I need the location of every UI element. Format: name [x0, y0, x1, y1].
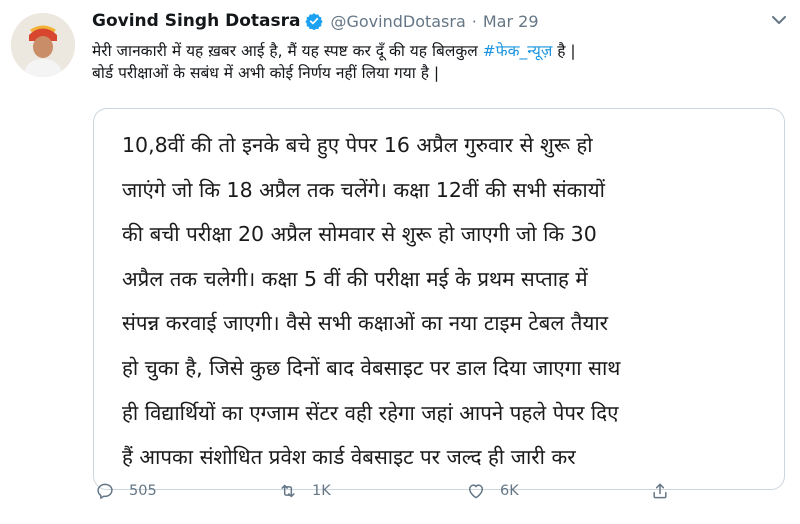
tweet-text-line-1: मेरी जानकारी में यह ख़बर आई है, मैं यह स…	[92, 40, 782, 62]
image-text-line: हैं आपका संशोधित प्रवेश कार्ड वेबसाइट पर…	[122, 445, 576, 470]
reply-button[interactable]: 505	[95, 481, 157, 501]
tweet-text-part-1: मेरी जानकारी में यह ख़बर आई है, मैं यह स…	[92, 42, 483, 60]
user-handle[interactable]: @GovindDotasra	[330, 12, 465, 31]
image-text-line: की बची परीक्षा 20 अप्रैल सोमवार से शुरू …	[122, 222, 597, 247]
media-image-card[interactable]: 10,8वीं की तो इनके बचे हुए पेपर 16 अप्रै…	[93, 108, 785, 490]
image-text-line: जाएंगे जो कि 18 अप्रैल तक चलेंगे। कक्षा …	[122, 177, 605, 202]
tweet-text-part-2: है |	[552, 42, 576, 60]
retweet-count: 1K	[312, 483, 331, 499]
retweet-icon	[281, 484, 295, 498]
tweet-text-line-2: बोर्ड परीक्षाओं के सबंध में अभी कोई निर्…	[92, 64, 440, 82]
tweet-header: Govind Singh Dotasra @GovindDotasra · Ma…	[92, 8, 539, 34]
like-icon	[469, 484, 483, 499]
share-icon	[653, 483, 667, 499]
image-text-line: हो चुका है, जिसे कुछ दिनों बाद वेबसाइट प…	[122, 355, 621, 380]
image-text-line: ही विद्यार्थियों का एग्जाम सेंटर वही रहे…	[122, 400, 619, 425]
like-button[interactable]: 6K	[466, 481, 519, 501]
chevron-down-icon[interactable]	[770, 12, 788, 26]
image-text-line: संपन्न करवाई जाएगी। वैसे सभी कक्षाओं का …	[122, 311, 609, 336]
display-name[interactable]: Govind Singh Dotasra	[92, 11, 300, 31]
separator-dot: ·	[471, 11, 477, 31]
image-text-line: अप्रैल तक चलेगी। कक्षा 5 वीं की परीक्षा …	[122, 266, 588, 291]
tweet-text: मेरी जानकारी में यह ख़बर आई है, मैं यह स…	[92, 40, 782, 84]
image-text: 10,8वीं की तो इनके बचे हुए पेपर 16 अप्रै…	[122, 123, 762, 480]
reply-count: 505	[129, 483, 157, 499]
like-count: 6K	[500, 483, 519, 499]
retweet-button[interactable]: 1K	[278, 481, 331, 501]
avatar[interactable]	[11, 13, 75, 77]
tweet-date[interactable]: Mar 29	[483, 12, 539, 31]
hashtag-link[interactable]: #फेक_न्यूज़	[483, 42, 553, 60]
tweet-actions: 505 1K 6K	[0, 481, 800, 503]
share-button[interactable]	[650, 481, 684, 501]
verified-badge-icon	[305, 12, 324, 31]
reply-icon	[97, 483, 113, 499]
image-text-line: 10,8वीं की तो इनके बचे हुए पेपर 16 अप्रै…	[122, 133, 593, 157]
